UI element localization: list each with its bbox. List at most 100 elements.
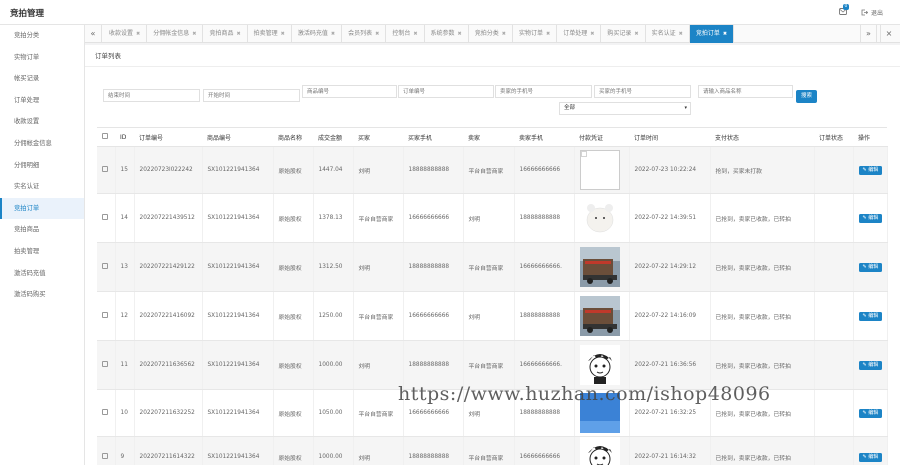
select-all-checkbox[interactable] xyxy=(97,127,115,147)
column-header: 买家手机 xyxy=(403,127,463,147)
tab[interactable]: 会员列表 ✖ xyxy=(342,25,387,43)
table-header-row: ID 订单编号 商品编号 商品名称 成交金额 买家 买家手机 卖家 卖家手机 付款凭证 订单时间 支付… xyxy=(97,127,887,147)
plush-toy-photo-thumbnail[interactable] xyxy=(579,198,620,238)
cell-buyer-phone: 18888888888 xyxy=(403,146,464,194)
tab[interactable]: 竞拍分类 ✖ xyxy=(469,25,513,43)
sidebar-item[interactable]: 分佣明细 xyxy=(0,155,84,177)
start-time-input[interactable] xyxy=(203,89,300,102)
logout-button[interactable]: 退出 xyxy=(861,8,883,17)
tab-close-icon[interactable]: ✖ xyxy=(192,25,196,43)
cell-order-no: 202207211632252 xyxy=(134,389,203,437)
edit-button[interactable]: ✎ 编辑 xyxy=(858,262,883,272)
blank-proof-thumbnail[interactable] xyxy=(579,150,620,190)
cell-goods-name: 原始股权 xyxy=(273,291,314,341)
sidebar-item[interactable]: 订单处理 xyxy=(0,90,84,112)
sidebar-item[interactable]: 激活码购买 xyxy=(0,284,84,306)
cell-actions: ✎ 编辑 xyxy=(853,340,888,390)
edit-button[interactable]: ✎ 编辑 xyxy=(858,165,883,175)
cell-order-status xyxy=(814,389,854,437)
truck-photo-thumbnail[interactable] xyxy=(579,247,620,287)
cell-seller-phone: 18888888888 xyxy=(514,193,575,243)
status-select[interactable]: 全部 ▾ xyxy=(559,102,691,115)
sidebar-item[interactable]: 帐买记录 xyxy=(0,68,84,90)
tab-close-icon[interactable]: ✖ xyxy=(546,25,550,43)
row-checkbox[interactable] xyxy=(97,389,116,437)
cartoon-face-thumbnail[interactable] xyxy=(579,437,620,465)
tab[interactable]: 分佣帐金信息 ✖ xyxy=(147,25,204,43)
tab[interactable]: 拍卖管理 ✖ xyxy=(248,25,292,43)
tab[interactable]: 实名认证 ✖ xyxy=(646,25,690,43)
row-checkbox[interactable] xyxy=(97,291,116,341)
tab-label: 收款设置 xyxy=(109,30,134,37)
search-button[interactable]: 搜索 xyxy=(796,90,818,103)
tabs-scroll-left-icon[interactable]: « xyxy=(85,25,102,43)
cartoon-face-thumbnail[interactable] xyxy=(579,345,620,385)
row-checkbox[interactable] xyxy=(97,436,116,465)
tab[interactable]: 收款设置 ✖ xyxy=(103,25,148,43)
cell-id: 12 xyxy=(115,291,135,341)
sidebar-item[interactable]: 拍卖管理 xyxy=(0,241,84,263)
tab-close-icon[interactable]: ✖ xyxy=(331,25,335,43)
sidebar-item[interactable]: 实物订单 xyxy=(0,47,84,69)
row-checkbox[interactable] xyxy=(97,193,116,243)
tab-close-icon[interactable]: ✖ xyxy=(679,25,683,43)
tab-close-icon[interactable]: ✖ xyxy=(413,25,417,43)
truck-photo-thumbnail[interactable] xyxy=(579,296,620,336)
tabs-scroll-right-icon[interactable]: » xyxy=(860,25,877,43)
tab[interactable]: 竞拍订单 ✖ xyxy=(689,25,735,43)
tab-close-icon[interactable]: ✖ xyxy=(458,25,462,43)
tab[interactable]: 激活码充值 ✖ xyxy=(292,25,343,43)
row-checkbox[interactable] xyxy=(97,340,116,390)
tab-close-icon[interactable]: ✖ xyxy=(590,25,594,43)
logout-label: 退出 xyxy=(871,10,884,17)
sidebar-item[interactable]: 竞拍商品 xyxy=(0,219,84,241)
tab[interactable]: 系统参数 ✖ xyxy=(425,25,469,43)
cell-id: 14 xyxy=(115,193,135,243)
buyer-phone-input[interactable] xyxy=(594,85,691,98)
tab[interactable]: 竞拍商品 ✖ xyxy=(203,25,248,43)
sidebar-item[interactable]: 竞拍订单 xyxy=(0,197,84,220)
edit-label: 编辑 xyxy=(868,361,879,368)
tab-close-icon[interactable]: ✖ xyxy=(634,25,638,43)
edit-button[interactable]: ✎ 编辑 xyxy=(858,360,883,370)
tab-close-icon[interactable]: ✖ xyxy=(723,25,727,43)
cell-goods-name: 原始股权 xyxy=(273,193,314,243)
cell-id: 11 xyxy=(115,340,135,390)
sidebar-item[interactable]: 竞拍分类 xyxy=(0,25,84,47)
column-header: 付款凭证 xyxy=(574,127,629,147)
order-no-input[interactable] xyxy=(398,85,494,98)
edit-button[interactable]: ✎ 编辑 xyxy=(858,213,883,223)
end-time-input[interactable] xyxy=(103,89,200,102)
goods-name-input[interactable] xyxy=(698,85,793,98)
tab-close-icon[interactable]: ✖ xyxy=(136,25,140,43)
sidebar-item[interactable]: 分佣帐金信息 xyxy=(0,133,84,155)
app-title: 竞拍管理 xyxy=(10,9,45,19)
edit-button[interactable]: ✎ 编辑 xyxy=(858,452,883,462)
tab-close-icon[interactable]: ✖ xyxy=(375,25,379,43)
seller-phone-input[interactable] xyxy=(495,85,592,98)
sidebar-item[interactable]: 激活码充值 xyxy=(0,263,84,285)
edit-button[interactable]: ✎ 编辑 xyxy=(858,408,883,418)
tab[interactable]: 订单处理 ✖ xyxy=(557,25,602,43)
row-checkbox[interactable] xyxy=(97,146,116,194)
sidebar-item[interactable]: 收款设置 xyxy=(0,111,84,133)
cell-buyer-phone: 16666666666 xyxy=(403,193,464,243)
edit-button[interactable]: ✎ 编辑 xyxy=(858,311,883,321)
tab-close-icon[interactable]: ✖ xyxy=(281,25,285,43)
tab[interactable]: 实物订单 ✖ xyxy=(513,25,558,43)
close-all-tabs-icon[interactable]: × xyxy=(880,25,897,43)
cell-id: 9 xyxy=(115,436,135,465)
goods-no-input[interactable] xyxy=(302,85,397,98)
top-bar: 竞拍管理 0 退出 xyxy=(0,0,900,25)
tab-close-icon[interactable]: ✖ xyxy=(502,25,506,43)
row-checkbox[interactable] xyxy=(97,242,116,292)
tab-close-icon[interactable]: ✖ xyxy=(236,25,240,43)
tab[interactable]: 购买记录 ✖ xyxy=(601,25,646,43)
edit-label: 编辑 xyxy=(868,409,879,416)
sidebar-item[interactable]: 实名认证 xyxy=(0,176,84,198)
cell-order-no: 202207211614322 xyxy=(134,436,203,465)
cell-proof xyxy=(574,436,630,465)
tab[interactable]: 控制台 ✖ xyxy=(386,25,425,43)
edit-label: 编辑 xyxy=(868,312,879,319)
column-header: 商品名称 xyxy=(273,127,313,147)
